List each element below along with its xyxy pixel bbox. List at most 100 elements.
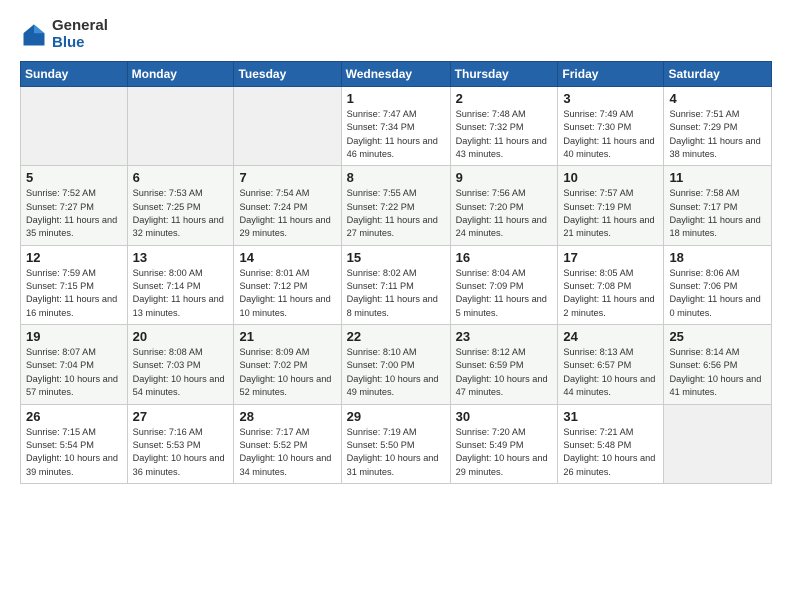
calendar-cell: 4 Sunrise: 7:51 AM Sunset: 7:29 PM Daylig…: [664, 87, 772, 166]
calendar-cell: 23Sunrise: 8:12 AM Sunset: 6:59 PM Dayli…: [450, 325, 558, 404]
day-info: Sunrise: 8:12 AM Sunset: 6:59 PM Dayligh…: [456, 346, 553, 399]
day-info: Sunrise: 8:05 AM Sunset: 7:08 PM Dayligh…: [563, 267, 658, 320]
weekday-header-wednesday: Wednesday: [341, 62, 450, 87]
day-number: 21: [239, 329, 335, 344]
calendar-cell: 14 Sunrise: 8:01 AM Sunset: 7:12 PM Dayli…: [234, 245, 341, 324]
day-info: Sunrise: 7:53 AM Sunset: 7:25 PM Dayligh…: [133, 187, 229, 240]
day-number: 11: [669, 170, 766, 185]
calendar-week-row: 19Sunrise: 8:07 AM Sunset: 7:04 PM Dayli…: [21, 325, 772, 404]
calendar-cell: 12 Sunrise: 7:59 AM Sunset: 7:15 PM Dayli…: [21, 245, 128, 324]
calendar-cell: 21 Sunrise: 8:09 AM Sunset: 7:02 PM Dayli…: [234, 325, 341, 404]
calendar-cell: 26 Sunrise: 7:15 AM Sunset: 5:54 PM Dayli…: [21, 404, 128, 483]
day-info: Sunrise: 7:51 AM Sunset: 7:29 PM Dayligh…: [669, 108, 766, 161]
calendar-cell: [127, 87, 234, 166]
day-info: Sunrise: 8:02 AM Sunset: 7:11 PM Dayligh…: [347, 267, 445, 320]
day-number: 28: [239, 409, 335, 424]
day-info: Sunrise: 7:59 AM Sunset: 7:15 PM Dayligh…: [26, 267, 122, 320]
day-number: 10: [563, 170, 658, 185]
calendar-cell: 3 Sunrise: 7:49 AM Sunset: 7:30 PM Daylig…: [558, 87, 664, 166]
calendar-cell: 19Sunrise: 8:07 AM Sunset: 7:04 PM Dayli…: [21, 325, 128, 404]
day-info: Sunrise: 7:17 AM Sunset: 5:52 PM Dayligh…: [239, 426, 335, 479]
calendar-cell: 17 Sunrise: 8:05 AM Sunset: 7:08 PM Dayli…: [558, 245, 664, 324]
day-info: Sunrise: 7:15 AM Sunset: 5:54 PM Dayligh…: [26, 426, 122, 479]
day-info: Sunrise: 7:19 AM Sunset: 5:50 PM Dayligh…: [347, 426, 445, 479]
calendar-cell: 7 Sunrise: 7:54 AM Sunset: 7:24 PM Daylig…: [234, 166, 341, 245]
day-number: 31: [563, 409, 658, 424]
day-number: 16: [456, 250, 553, 265]
day-number: 3: [563, 91, 658, 106]
calendar-cell: 1 Sunrise: 7:47 AM Sunset: 7:34 PM Daylig…: [341, 87, 450, 166]
calendar-cell: 18 Sunrise: 8:06 AM Sunset: 7:06 PM Dayli…: [664, 245, 772, 324]
day-info: Sunrise: 7:16 AM Sunset: 5:53 PM Dayligh…: [133, 426, 229, 479]
calendar-cell: 13 Sunrise: 8:00 AM Sunset: 7:14 PM Dayli…: [127, 245, 234, 324]
calendar-week-row: 26 Sunrise: 7:15 AM Sunset: 5:54 PM Dayli…: [21, 404, 772, 483]
day-info: Sunrise: 8:06 AM Sunset: 7:06 PM Dayligh…: [669, 267, 766, 320]
day-number: 30: [456, 409, 553, 424]
day-number: 1: [347, 91, 445, 106]
day-info: Sunrise: 7:54 AM Sunset: 7:24 PM Dayligh…: [239, 187, 335, 240]
day-info: Sunrise: 7:58 AM Sunset: 7:17 PM Dayligh…: [669, 187, 766, 240]
calendar-week-row: 1 Sunrise: 7:47 AM Sunset: 7:34 PM Daylig…: [21, 87, 772, 166]
day-number: 17: [563, 250, 658, 265]
calendar-cell: 15 Sunrise: 8:02 AM Sunset: 7:11 PM Dayli…: [341, 245, 450, 324]
day-info: Sunrise: 8:08 AM Sunset: 7:03 PM Dayligh…: [133, 346, 229, 399]
logo-icon: [20, 21, 48, 49]
day-info: Sunrise: 7:55 AM Sunset: 7:22 PM Dayligh…: [347, 187, 445, 240]
day-info: Sunrise: 7:47 AM Sunset: 7:34 PM Dayligh…: [347, 108, 445, 161]
weekday-header-thursday: Thursday: [450, 62, 558, 87]
header: General Blue: [20, 18, 772, 51]
calendar-cell: 24Sunrise: 8:13 AM Sunset: 6:57 PM Dayli…: [558, 325, 664, 404]
weekday-header-sunday: Sunday: [21, 62, 128, 87]
calendar-cell: [664, 404, 772, 483]
day-number: 5: [26, 170, 122, 185]
calendar-cell: 31 Sunrise: 7:21 AM Sunset: 5:48 PM Dayli…: [558, 404, 664, 483]
day-info: Sunrise: 8:04 AM Sunset: 7:09 PM Dayligh…: [456, 267, 553, 320]
day-info: Sunrise: 7:20 AM Sunset: 5:49 PM Dayligh…: [456, 426, 553, 479]
calendar-cell: 5 Sunrise: 7:52 AM Sunset: 7:27 PM Daylig…: [21, 166, 128, 245]
day-number: 20: [133, 329, 229, 344]
day-number: 13: [133, 250, 229, 265]
day-info: Sunrise: 7:48 AM Sunset: 7:32 PM Dayligh…: [456, 108, 553, 161]
day-info: Sunrise: 7:56 AM Sunset: 7:20 PM Dayligh…: [456, 187, 553, 240]
calendar-cell: 29 Sunrise: 7:19 AM Sunset: 5:50 PM Dayli…: [341, 404, 450, 483]
calendar-cell: 22Sunrise: 8:10 AM Sunset: 7:00 PM Dayli…: [341, 325, 450, 404]
day-info: Sunrise: 8:01 AM Sunset: 7:12 PM Dayligh…: [239, 267, 335, 320]
day-number: 18: [669, 250, 766, 265]
day-info: Sunrise: 7:49 AM Sunset: 7:30 PM Dayligh…: [563, 108, 658, 161]
day-number: 9: [456, 170, 553, 185]
day-info: Sunrise: 8:09 AM Sunset: 7:02 PM Dayligh…: [239, 346, 335, 399]
day-number: 26: [26, 409, 122, 424]
weekday-header-friday: Friday: [558, 62, 664, 87]
day-number: 6: [133, 170, 229, 185]
weekday-header-tuesday: Tuesday: [234, 62, 341, 87]
day-number: 29: [347, 409, 445, 424]
day-info: Sunrise: 8:13 AM Sunset: 6:57 PM Dayligh…: [563, 346, 658, 399]
logo: General Blue: [20, 18, 108, 51]
day-number: 14: [239, 250, 335, 265]
calendar-cell: 6 Sunrise: 7:53 AM Sunset: 7:25 PM Daylig…: [127, 166, 234, 245]
day-number: 8: [347, 170, 445, 185]
day-info: Sunrise: 8:00 AM Sunset: 7:14 PM Dayligh…: [133, 267, 229, 320]
calendar-cell: 9 Sunrise: 7:56 AM Sunset: 7:20 PM Daylig…: [450, 166, 558, 245]
calendar-cell: 27 Sunrise: 7:16 AM Sunset: 5:53 PM Dayli…: [127, 404, 234, 483]
day-info: Sunrise: 8:14 AM Sunset: 6:56 PM Dayligh…: [669, 346, 766, 399]
page: General Blue SundayMondayTuesdayWednesda…: [0, 0, 792, 612]
weekday-header-saturday: Saturday: [664, 62, 772, 87]
day-number: 15: [347, 250, 445, 265]
weekday-header-row: SundayMondayTuesdayWednesdayThursdayFrid…: [21, 62, 772, 87]
day-number: 4: [669, 91, 766, 106]
day-number: 7: [239, 170, 335, 185]
calendar-cell: 2Sunrise: 7:48 AM Sunset: 7:32 PM Daylig…: [450, 87, 558, 166]
day-number: 27: [133, 409, 229, 424]
day-number: 22: [347, 329, 445, 344]
calendar-cell: 10 Sunrise: 7:57 AM Sunset: 7:19 PM Dayli…: [558, 166, 664, 245]
day-info: Sunrise: 7:57 AM Sunset: 7:19 PM Dayligh…: [563, 187, 658, 240]
day-number: 19: [26, 329, 122, 344]
calendar-cell: [21, 87, 128, 166]
calendar-cell: 8 Sunrise: 7:55 AM Sunset: 7:22 PM Daylig…: [341, 166, 450, 245]
calendar-cell: 30 Sunrise: 7:20 AM Sunset: 5:49 PM Dayli…: [450, 404, 558, 483]
day-info: Sunrise: 7:52 AM Sunset: 7:27 PM Dayligh…: [26, 187, 122, 240]
day-info: Sunrise: 7:21 AM Sunset: 5:48 PM Dayligh…: [563, 426, 658, 479]
day-number: 12: [26, 250, 122, 265]
calendar-cell: 28 Sunrise: 7:17 AM Sunset: 5:52 PM Dayli…: [234, 404, 341, 483]
